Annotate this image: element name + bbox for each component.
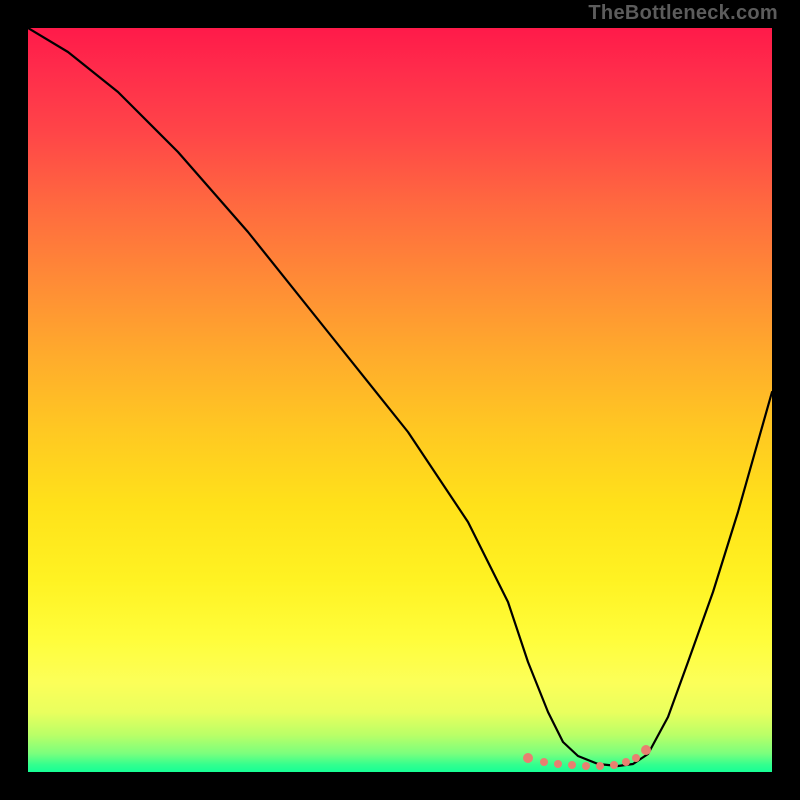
bottleneck-curve — [28, 28, 772, 766]
valley-dot — [632, 754, 640, 762]
watermark-text: TheBottleneck.com — [588, 2, 778, 25]
valley-dot — [610, 761, 618, 769]
valley-dot — [622, 758, 630, 766]
valley-dot — [540, 758, 548, 766]
valley-dot — [554, 760, 562, 768]
curve-svg — [28, 28, 772, 772]
chart-frame: TheBottleneck.com — [0, 0, 800, 800]
valley-dot — [568, 761, 576, 769]
valley-dot — [641, 745, 651, 755]
valley-dot — [582, 762, 590, 770]
valley-dotted-markers — [523, 745, 651, 770]
valley-dot — [523, 753, 533, 763]
plot-area — [28, 28, 772, 772]
valley-dot — [596, 762, 604, 770]
